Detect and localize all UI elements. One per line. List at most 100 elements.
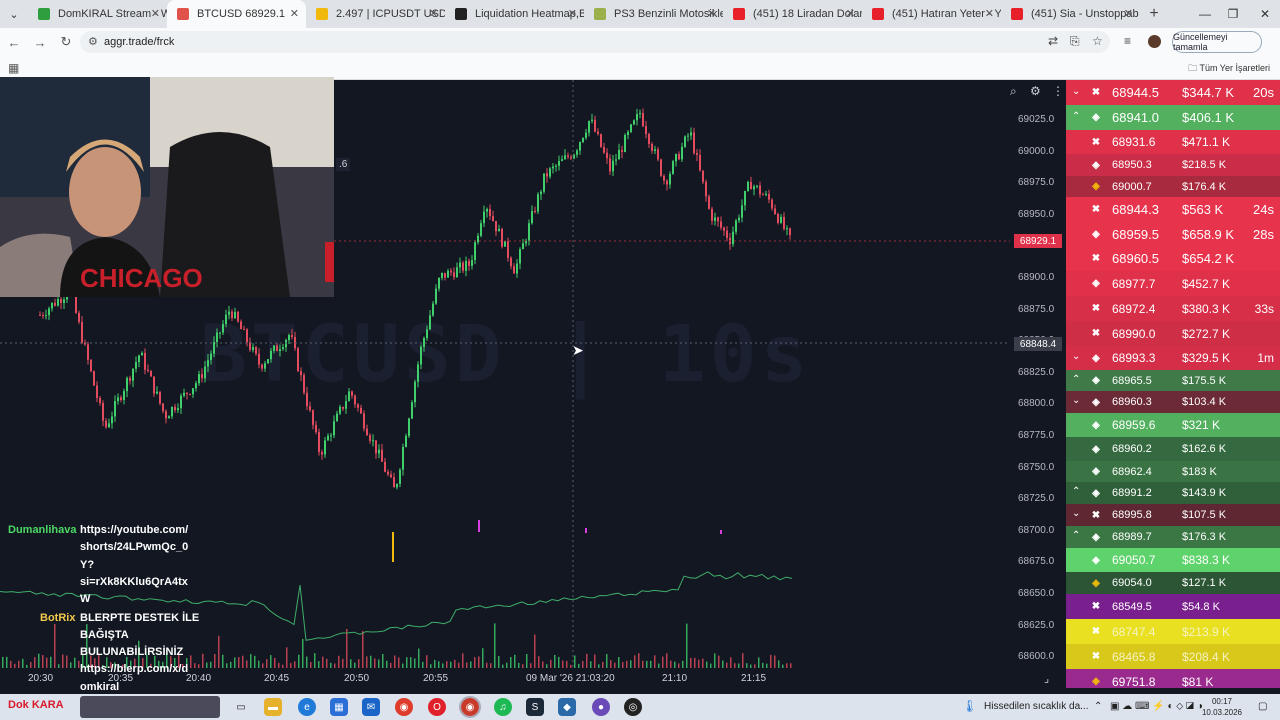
trade-row[interactable]: ⌃ ◈ 68991.2 $143.9 K [1066, 482, 1280, 504]
reload-button[interactable]: ↻ [54, 30, 78, 54]
opera-icon[interactable]: O [428, 698, 446, 716]
tab-close-icon[interactable]: ✕ [151, 7, 160, 20]
profile-avatar[interactable] [1148, 35, 1161, 48]
edge-icon[interactable]: e [298, 698, 316, 716]
candle-body [369, 435, 371, 441]
volume-bar [530, 663, 532, 668]
clock[interactable]: 00:17 10.03.2026 [1200, 696, 1244, 718]
binance-exchange-icon: ◈ [1092, 443, 1100, 455]
browser-tab[interactable]: (451) Hatıran Yeter - YouT✕ [862, 0, 1001, 28]
trade-row[interactable]: ⌃ ◈ 68989.7 $176.3 K [1066, 526, 1280, 548]
volume-bar [586, 653, 588, 668]
trade-row[interactable]: ⌄ ◈ 68993.3 $329.5 K 1m [1066, 346, 1280, 370]
tab-close-icon[interactable]: ✕ [568, 7, 577, 20]
browser-tab[interactable]: Liquidation Heatmap,Bitc✕ [445, 0, 584, 28]
chrome-active-icon[interactable]: ◉ [459, 696, 481, 718]
price-tick-label: 69000.0 [1018, 145, 1055, 157]
trade-row[interactable]: ✖ 68931.6 $471.1 K [1066, 130, 1280, 154]
tab-close-icon[interactable]: ✕ [707, 7, 716, 20]
volume-bar [258, 660, 260, 668]
trade-row[interactable]: ✖ 68465.8 $208.4 K [1066, 644, 1280, 669]
trade-row[interactable]: ✖ 68990.0 $272.7 K [1066, 321, 1280, 346]
app-icon[interactable]: ◆ [558, 698, 576, 716]
trade-row[interactable]: ✖ 68972.4 $380.3 K 33s [1066, 296, 1280, 321]
steam-icon[interactable]: S [526, 698, 544, 716]
tray-apps-icon[interactable]: ▣ ☁ ⌨ ⚡ ◐ ⬦ ◪ ◑ [1110, 701, 1203, 712]
tray-chevron-icon[interactable]: ⌃ [1094, 701, 1102, 712]
trade-row[interactable]: ◈ 69751.8 $81 K [1066, 669, 1280, 688]
trade-row[interactable]: ◈ 68950.3 $218.5 K [1066, 154, 1280, 176]
chrome-icon[interactable]: ◉ [395, 698, 413, 716]
candle-body [702, 170, 704, 182]
volume-bar [22, 658, 24, 668]
trade-row[interactable]: ◈ 68959.6 $321 K [1066, 413, 1280, 437]
site-info-icon[interactable]: ⚙ [88, 35, 98, 48]
candle-body [234, 311, 236, 319]
trade-row[interactable]: ◈ 68962.4 $183 K [1066, 461, 1280, 482]
trade-row[interactable]: ◈ 69054.0 $127.1 K [1066, 572, 1280, 594]
trade-row[interactable]: ✖ 68944.3 $563 K 24s [1066, 197, 1280, 222]
trade-row[interactable]: ⌄ ◈ 68960.3 $103.4 K [1066, 391, 1280, 413]
trade-row[interactable]: ◈ 68960.2 $162.6 K [1066, 437, 1280, 461]
tab-close-icon[interactable]: ✕ [429, 7, 438, 20]
browser-tab[interactable]: (451) Sia - Unstoppab ✕ [1001, 0, 1140, 28]
trade-row[interactable]: ◈ 68977.7 $452.7 K [1066, 271, 1280, 296]
bookmark-star-icon[interactable]: ☆ [1092, 34, 1103, 48]
candle-body [432, 303, 434, 316]
tab-search-button[interactable]: ⌄ [0, 0, 28, 28]
tab-favicon-icon [872, 8, 884, 20]
clock-date: 10.03.2026 [1201, 708, 1243, 717]
tab-close-icon[interactable]: ✕ [846, 7, 855, 20]
obs-icon[interactable]: ● [592, 698, 610, 716]
new-tab-button[interactable]: + [1140, 0, 1168, 28]
store-icon[interactable]: ▦ [330, 698, 348, 716]
back-button[interactable]: ← [2, 30, 26, 54]
candle-body [324, 440, 326, 455]
trade-row[interactable]: ✖ 68747.4 $213.9 K [1066, 619, 1280, 644]
install-icon[interactable]: ⎘ [1070, 34, 1080, 49]
trade-row[interactable]: ✖ 68960.5 $654.2 K [1066, 246, 1280, 271]
close-window-button[interactable]: ✕ [1246, 0, 1280, 28]
volume-bar [706, 661, 708, 668]
task-view-icon[interactable]: ▭ [232, 698, 250, 716]
tab-close-icon[interactable]: ✕ [290, 7, 299, 20]
tab-close-icon[interactable]: ✕ [1124, 7, 1133, 20]
all-bookmarks-button[interactable]: 🗀 Tüm Yer İşaretleri [1188, 61, 1270, 77]
candle-body [570, 156, 572, 159]
browser-tab[interactable]: PS3 Benzinli Motosiklet ✕ [584, 0, 723, 28]
forward-button[interactable]: → [28, 30, 52, 54]
apps-grid-icon[interactable]: ▦ [8, 61, 19, 75]
tab-close-icon[interactable]: ✕ [985, 7, 994, 20]
browser-tab[interactable]: BTCUSD 68929.1 ✕ [167, 0, 306, 28]
translate-icon[interactable]: ⇄ [1048, 34, 1058, 48]
trade-row[interactable]: ⌄ ✖ 68995.8 $107.5 K [1066, 504, 1280, 526]
browser-tab[interactable]: DomKIRAL Stream - Watc✕ [28, 0, 167, 28]
trade-row[interactable]: ✖ 68549.5 $54.8 K [1066, 594, 1280, 619]
candle-body [765, 193, 767, 195]
trade-row[interactable]: ⌄ ✖ 68944.5 $344.7 K 20s [1066, 80, 1280, 105]
trade-row[interactable]: ◈ 69050.7 $838.3 K [1066, 548, 1280, 572]
candle-body [684, 136, 686, 147]
reading-list-icon[interactable]: ≡ [1124, 34, 1131, 48]
spotify-icon[interactable]: ♫ [494, 698, 512, 716]
address-bar[interactable]: ⚙ aggr.trade/frck [80, 31, 1110, 53]
browser-tab[interactable]: 2.497 | ICPUSDT USD©-M✕ [306, 0, 445, 28]
weather-text[interactable]: Hissedilen sıcaklık da... [984, 701, 1089, 712]
more-menu-icon[interactable]: ⋮ [1052, 84, 1064, 98]
trade-row[interactable]: ⌃ ◈ 68941.0 $406.1 K [1066, 105, 1280, 130]
trade-row[interactable]: ◈ 69000.7 $176.4 K [1066, 176, 1280, 197]
search-icon[interactable]: ⌕ [1010, 84, 1017, 99]
gear-icon[interactable]: ⚙ [1030, 84, 1041, 98]
notification-icon[interactable]: ▢ [1258, 701, 1267, 712]
tab-favicon-icon [1011, 8, 1023, 20]
browser-tab[interactable]: (451) 18 Liradan Dolar Kr✕ [723, 0, 862, 28]
trade-price: 69751.8 [1112, 674, 1156, 689]
update-button[interactable]: Güncellemeyi tamamla [1172, 31, 1262, 53]
expand-corner-icon[interactable]: ⌟ [1044, 672, 1049, 685]
trade-row[interactable]: ⌃ ◈ 68965.5 $175.5 K [1066, 370, 1280, 391]
volume-bar [710, 663, 712, 668]
record-icon[interactable]: ◎ [624, 698, 642, 716]
mail-icon[interactable]: ✉ [362, 698, 380, 716]
file-explorer-icon[interactable]: ▬ [264, 698, 282, 716]
trade-row[interactable]: ◈ 68959.5 $658.9 K 28s [1066, 222, 1280, 246]
